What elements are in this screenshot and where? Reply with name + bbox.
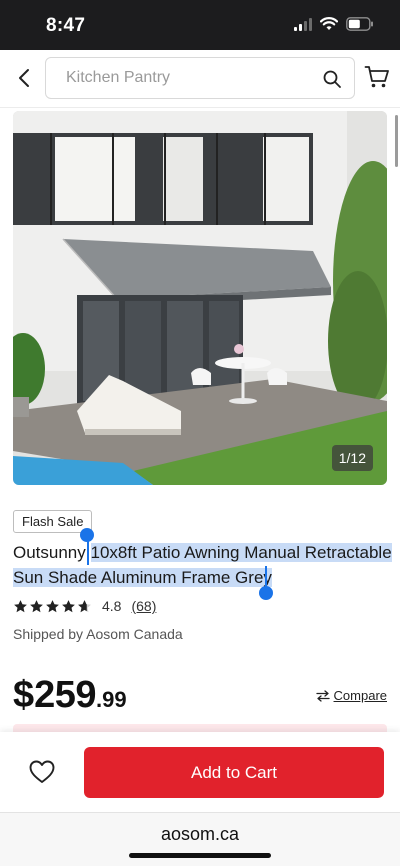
status-icons bbox=[294, 17, 374, 31]
home-indicator bbox=[129, 853, 271, 858]
action-bar: Add to Cart bbox=[0, 732, 400, 812]
review-count-link[interactable]: (68) bbox=[131, 598, 156, 614]
back-chevron-icon bbox=[19, 69, 29, 87]
star-icon bbox=[62, 599, 75, 612]
add-to-cart-button[interactable]: Add to Cart bbox=[84, 747, 384, 798]
heart-icon[interactable] bbox=[28, 758, 56, 786]
product-brand: Outsunny bbox=[13, 543, 86, 562]
search-icon[interactable] bbox=[322, 69, 342, 89]
price-integer: 259 bbox=[34, 674, 97, 716]
product-image[interactable]: 1/12 bbox=[13, 111, 387, 485]
price-decimal: .99 bbox=[96, 687, 127, 712]
compare-label: Compare bbox=[333, 688, 387, 703]
star-half-icon bbox=[78, 599, 91, 612]
url-text[interactable]: aosom.ca bbox=[0, 824, 400, 845]
page-scrollbar[interactable] bbox=[395, 115, 398, 167]
price-currency: $ bbox=[13, 674, 35, 716]
awning-photo bbox=[13, 111, 387, 485]
wifi-icon bbox=[320, 17, 338, 30]
rating-row: 4.8 (68) bbox=[13, 598, 156, 614]
search-box[interactable] bbox=[45, 57, 355, 99]
promo-strip bbox=[13, 724, 387, 732]
signal-icon bbox=[294, 17, 312, 31]
status-time: 8:47 bbox=[46, 15, 86, 36]
back-button[interactable] bbox=[10, 62, 38, 94]
image-counter: 1/12 bbox=[331, 445, 373, 471]
shipped-by: Shipped by Aosom Canada bbox=[13, 626, 183, 642]
star-icon bbox=[30, 599, 43, 612]
compare-link[interactable]: Compare bbox=[315, 688, 387, 703]
star-icon bbox=[46, 599, 59, 612]
battery-icon bbox=[346, 17, 373, 31]
site-header bbox=[0, 50, 400, 108]
selection-end-handle[interactable] bbox=[259, 586, 273, 600]
search-input[interactable] bbox=[66, 69, 306, 87]
flash-sale-badge: Flash Sale bbox=[13, 510, 93, 533]
title-selected-line1: 10x8ft Patio Awning Manual Retractable bbox=[90, 543, 392, 562]
title-selected-line2: Sun Shade Aluminum Frame Grey bbox=[13, 568, 272, 587]
product-title: Outsunny 10x8ft Patio Awning Manual Retr… bbox=[13, 540, 393, 590]
rating-stars bbox=[13, 599, 92, 614]
status-bar: 8:47 bbox=[0, 0, 400, 50]
selection-start-bar bbox=[87, 541, 89, 565]
rating-value: 4.8 bbox=[102, 598, 122, 614]
star-icon bbox=[14, 599, 27, 612]
cart-icon[interactable] bbox=[364, 64, 390, 90]
compare-arrows-icon bbox=[315, 689, 330, 702]
selection-start-handle[interactable] bbox=[80, 528, 94, 542]
price: $ 259 .99 bbox=[13, 674, 127, 717]
browser-url-bar[interactable]: aosom.ca bbox=[0, 812, 400, 866]
